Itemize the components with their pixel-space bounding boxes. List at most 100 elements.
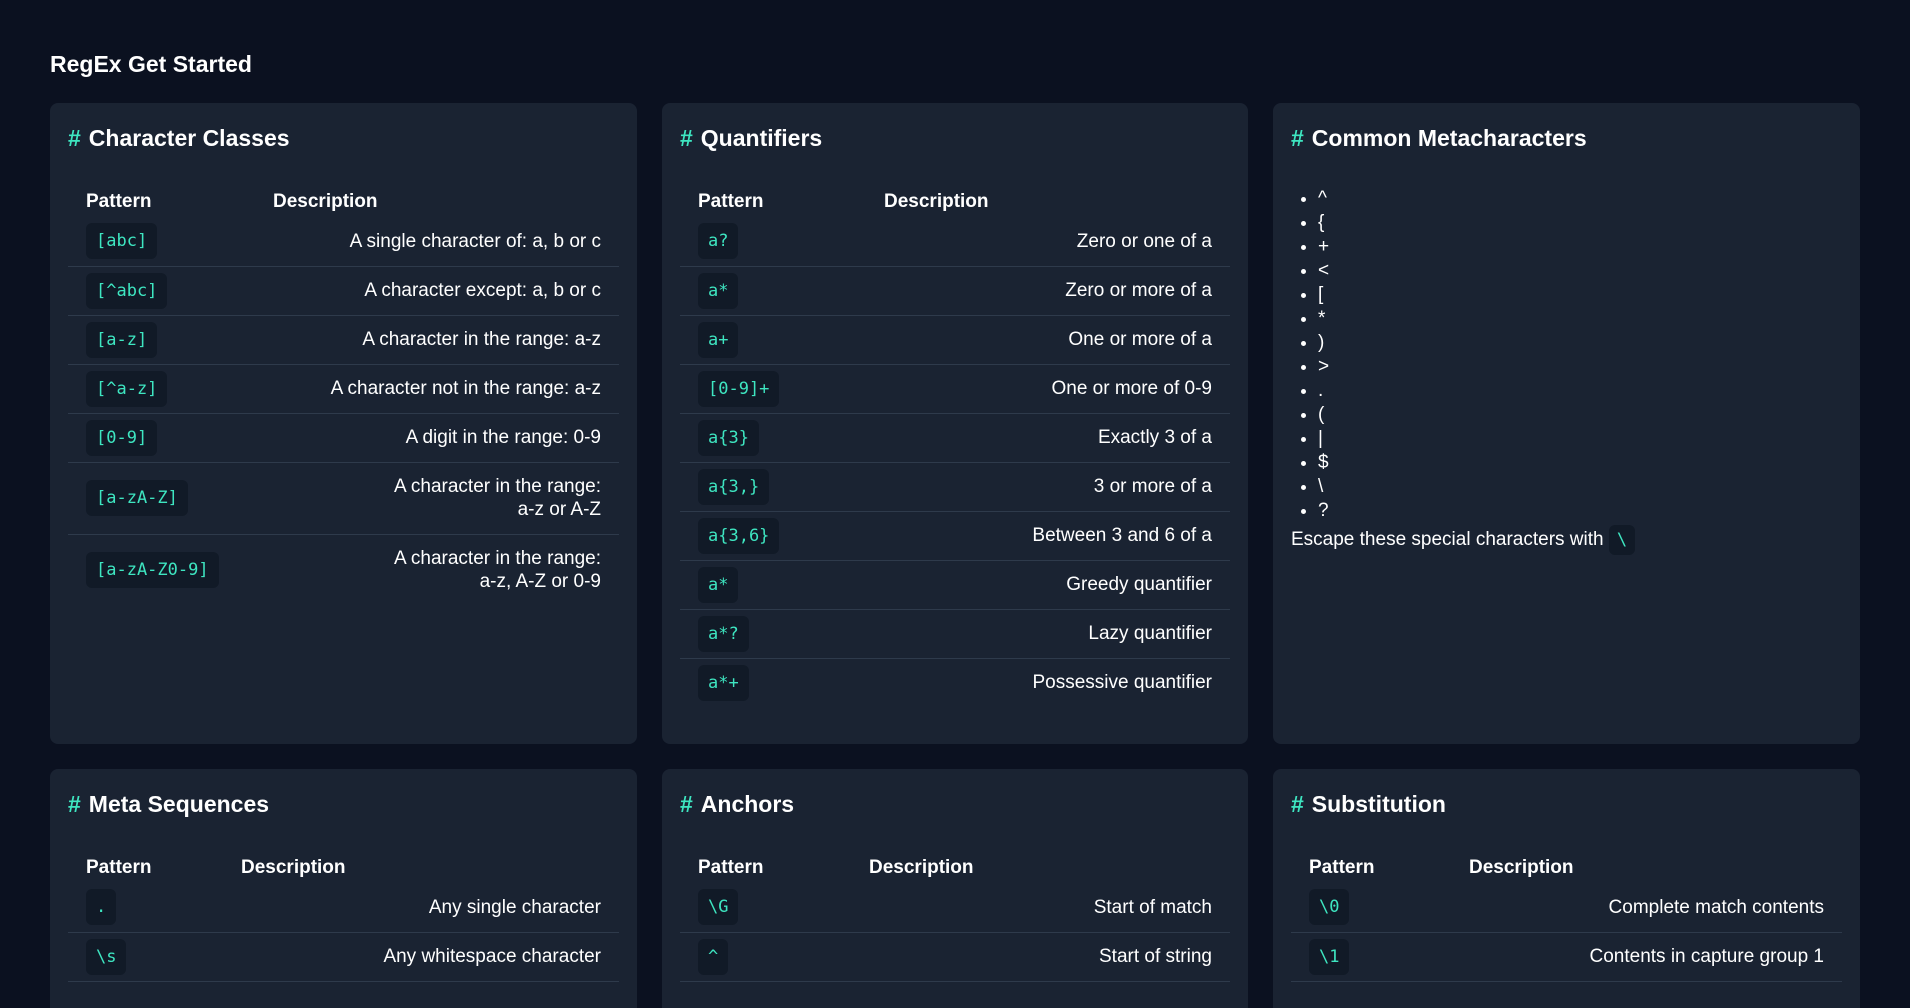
header-description: Description [1469,857,1574,878]
table-row: \G Start of match [680,883,1230,932]
pattern-code: [a-zA-Z] [86,480,188,516]
pattern-code: a* [698,272,739,309]
list-item: < [1318,259,1842,283]
list-item: ( [1318,403,1842,427]
anchors-card: # Anchors Pattern Description \G Start of … [662,769,1248,1008]
list-item: * [1318,307,1842,331]
description: Zero or one of a [1076,230,1212,252]
pattern-code: [a-zA-Z0-9] [86,552,219,589]
table-row: [a-z] A character in the range: a-z [68,315,619,364]
table-row: \1 Contents in capture group 1 [1291,932,1842,981]
description: A single character of: a, b or c [349,230,601,252]
character-classes-card: # Character Classes Pattern Description [… [50,103,637,744]
header-pattern: Pattern [1309,857,1375,878]
description: Between 3 and 6 of a [1032,525,1212,546]
card-title: # Anchors [680,790,1230,818]
list-item: ^ [1318,187,1842,211]
list-item: + [1318,235,1842,259]
table-row: . Any single character [68,883,619,932]
list-item: | [1318,427,1842,451]
description: One or more of a [1068,329,1212,350]
anchor-link[interactable]: # [68,791,81,817]
anchors-table: Pattern Description \G Start of match ^ St… [680,853,1230,982]
anchor-link[interactable]: # [1291,125,1304,151]
table-row: a+ One or more of a [680,315,1230,364]
list-item: { [1318,211,1842,235]
header-description: Description [869,857,974,878]
pattern-code: a*? [698,615,749,652]
character-classes-table: Pattern Description [abc] A single charac… [68,187,619,606]
pattern-code: [0-9]+ [698,370,780,407]
header-description: Description [273,191,378,212]
header-description: Description [241,857,346,878]
description: A character in the range: a-z or A-Z [255,462,619,534]
description: Any single character [428,896,601,918]
pattern-code: [^a-z] [86,370,168,407]
list-item: > [1318,355,1842,379]
table-row: [abc] A single character of: a, b or c [68,217,619,266]
description: One or more of 0-9 [1051,378,1212,399]
pattern-code: a{3,} [698,468,770,505]
table-row: [0-9] A digit in the range: 0-9 [68,413,619,462]
table-row: a*? Lazy quantifier [680,609,1230,658]
pattern-code: a{3,6} [698,517,780,554]
card-title-text: Quantifiers [700,125,823,151]
table-row: \0 Complete match contents [1291,883,1842,932]
header-pattern: Pattern [86,857,152,878]
table-row: [a-zA-Z0-9] A character in the range: a-z,… [68,534,619,606]
card-title: # Substitution [1291,790,1842,818]
table-row: a{3,} 3 or more of a [680,462,1230,511]
description: A character except: a, b or c [364,280,601,301]
description-line: a-z, A-Z or 0-9 [479,571,601,593]
pattern-code: [a-z] [86,321,158,358]
escape-note: Escape these special characters with \ [1291,525,1842,555]
substitution-card: # Substitution Pattern Description \0 Comp… [1273,769,1860,1008]
pattern-code: ^ [698,938,729,975]
meta-sequences-card: # Meta Sequences Pattern Description . Any… [50,769,637,1008]
description-line: A character in the range: [393,476,601,497]
description: A character not in the range: a-z [330,378,601,399]
escape-char-code: \ [1608,525,1636,555]
description: Any whitespace character [383,946,601,967]
table-row: ^ Start of string [680,932,1230,981]
description: A character in the range: a-z [362,329,601,350]
table-row: a* Zero or more of a [680,266,1230,315]
quantifiers-card: # Quantifiers Pattern Description a? Zero … [662,103,1248,744]
description: Complete match contents [1608,896,1824,918]
meta-sequences-table: Pattern Description . Any single characte… [68,853,619,982]
description: Exactly 3 of a [1097,427,1212,448]
description: A digit in the range: 0-9 [405,427,601,448]
card-title: # Common Metacharacters [1291,124,1842,152]
list-item: ) [1318,331,1842,355]
list-item: [ [1318,283,1842,307]
table-row: [a-zA-Z] A character in the range: a-z or … [68,462,619,534]
anchor-link[interactable]: # [680,125,693,151]
pattern-code: \G [698,889,739,926]
card-title-text: Meta Sequences [88,791,270,817]
description: Zero or more of a [1065,280,1212,301]
anchor-link[interactable]: # [68,125,81,151]
table-row: a? Zero or one of a [680,217,1230,266]
pattern-code: \s [86,938,127,975]
card-title-text: Common Metacharacters [1311,125,1587,151]
quantifiers-table: Pattern Description a? Zero or one of a a… [680,187,1230,707]
table-row: a{3,6} Between 3 and 6 of a [680,511,1230,560]
description: Possessive quantifier [1032,672,1212,694]
header-description: Description [884,191,989,212]
escape-text: Escape these special characters with [1291,529,1604,550]
table-row: [^abc] A character except: a, b or c [68,266,619,315]
table-row: [^a-z] A character not in the range: a-z [68,364,619,413]
description-line: A character in the range: [393,548,601,570]
metacharacter-list: ^ { + < [ * ) > . ( | $ \ ? [1291,187,1842,523]
anchor-link[interactable]: # [680,791,693,817]
card-title-text: Substitution [1311,791,1446,817]
pattern-code: \0 [1309,889,1350,926]
card-title: # Quantifiers [680,124,1230,152]
list-item: ? [1318,499,1842,523]
pattern-code: a{3} [698,419,759,456]
pattern-code: . [86,889,117,926]
anchor-link[interactable]: # [1291,791,1304,817]
card-title: # Character Classes [68,124,619,152]
pattern-code: [abc] [86,223,158,260]
header-pattern: Pattern [86,191,152,212]
